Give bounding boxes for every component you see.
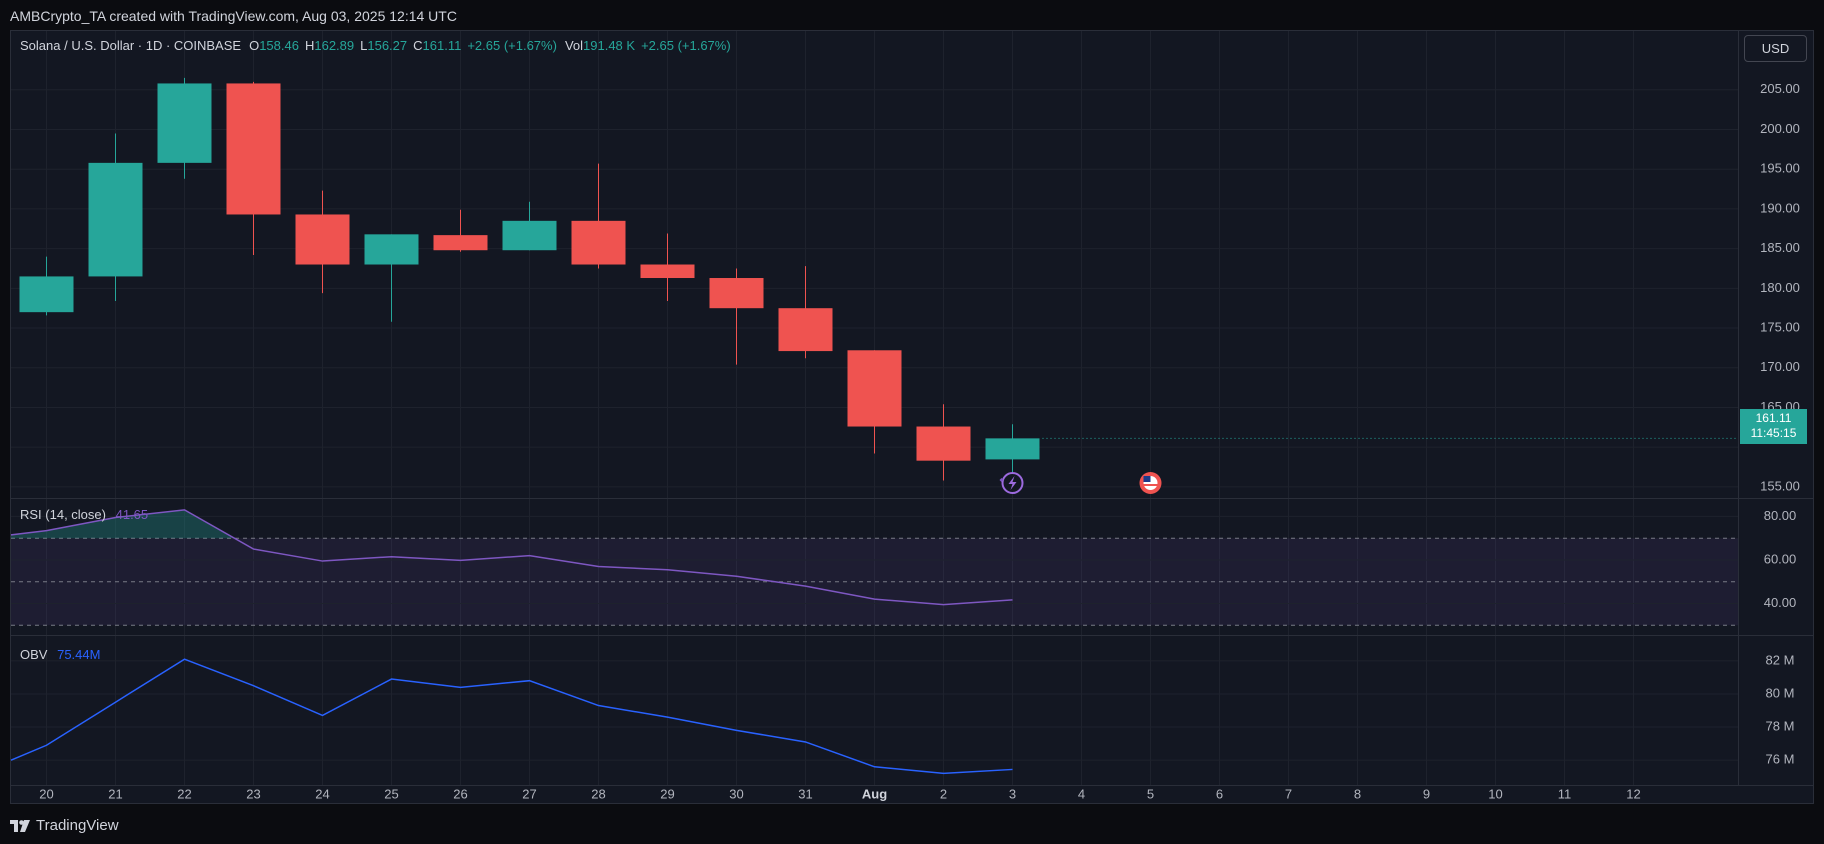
x-axis-tick-label: 26 [453,786,467,801]
low-value: 156.27 [367,38,408,53]
candle-body[interactable] [295,214,350,265]
rsi-axis-label: 40.00 [1764,595,1797,610]
candle-body[interactable] [916,426,971,461]
x-axis-tick-label: 6 [1216,786,1223,801]
symbol-name[interactable]: Solana / U.S. Dollar · 1D · COINBASE [20,38,241,53]
x-axis-tick-label: 8 [1354,786,1361,801]
x-axis-tick-label: 29 [660,786,674,801]
rsi-axis-label: 80.00 [1764,508,1797,523]
x-axis-tick-label: 22 [177,786,191,801]
candle-body[interactable] [502,220,557,251]
price-axis-label: 155.00 [1760,478,1800,493]
price-axis-label: 200.00 [1760,121,1800,136]
x-axis-tick-label: 12 [1626,786,1640,801]
x-axis-tick-label: 9 [1423,786,1430,801]
chart-canvas[interactable]: 20 21 22 23 24 25 26 27 28 29 30 31 Aug 2 3 4 5 6 7 8 9 10 11 1… [0,0,1824,844]
last-price-tag: 161.11 11:45:15 [1740,409,1807,444]
open-value: 158.46 [259,38,299,53]
change-value: +2.65 (+1.67%) [467,38,557,53]
x-axis-tick-label: 7 [1285,786,1292,801]
x-axis-tick-label: 2 [940,786,947,801]
x-axis-tick-label: 5 [1147,786,1154,801]
obv-axis-label: 82 M [1766,652,1795,667]
bottom-bar [0,805,1824,844]
x-axis-tick-label: 25 [384,786,398,801]
rsi-value: 41.65 [115,507,149,522]
price-axis-label: 195.00 [1760,161,1800,176]
high-value: 162.89 [314,38,355,53]
x-axis-tick-label: 11 [1558,786,1572,801]
open-label: O [249,38,260,53]
obv-axis-label: 80 M [1766,685,1795,700]
price-axis-label: 170.00 [1760,359,1800,374]
symbol-legend: Solana / U.S. Dollar · 1D · COINBASE O 1… [20,38,731,53]
x-axis-tick-label: 24 [315,786,329,801]
x-axis-tick-label: 10 [1488,786,1502,801]
rsi-label[interactable]: RSI (14, close) [20,507,106,522]
x-axis-tick-label: 28 [591,786,605,801]
price-axis-label: 175.00 [1760,319,1800,334]
tradingview-brand-text: TradingView [36,817,119,834]
candle-body[interactable] [433,235,488,251]
obv-line[interactable] [10,658,1013,775]
tradingview-logo-icon [10,819,30,832]
obv-value: 75.44M [57,647,101,662]
price-axis-label: 180.00 [1760,280,1800,295]
x-axis-tick-label: 20 [39,786,53,801]
x-axis-tick-label: 30 [729,786,743,801]
x-axis-tick-label: 31 [798,786,812,801]
us-flag-canton [1143,476,1151,482]
price-axis-label: 190.00 [1760,200,1800,215]
x-axis-tick-label: 4 [1078,786,1085,801]
candle-body[interactable] [640,264,695,279]
rsi-axis-label: 60.00 [1764,551,1797,566]
close-label: C [413,38,423,53]
volume-value: 191.48 K [583,38,636,53]
obv-legend: OBV 75.44M [20,647,100,662]
obv-axis-label: 78 M [1766,718,1795,733]
candle-body[interactable] [88,162,143,277]
candle-body[interactable] [19,276,74,313]
low-label: L [360,38,368,53]
candle-body[interactable] [571,220,626,265]
candle-body[interactable] [778,308,833,352]
x-axis-tick-label: 3 [1009,786,1016,801]
obv-axis-label: 76 M [1766,752,1795,767]
candle-body[interactable] [709,278,764,309]
x-axis-tick-label: Aug [862,786,887,801]
volume-change-value: +2.65 (+1.67%) [641,38,731,53]
x-axis-tick-label: 21 [108,786,122,801]
price-axis-label: 205.00 [1760,81,1800,96]
candle-body[interactable] [364,234,419,265]
obv-label[interactable]: OBV [20,647,47,662]
volume-label: Vol [564,38,584,53]
last-price-value: 161.11 [1755,411,1792,425]
rsi-legend: RSI (14, close) 41.65 [20,507,148,522]
candle-body[interactable] [985,438,1040,460]
currency-button[interactable]: USD [1744,35,1807,62]
bar-countdown: 11:45:15 [1750,426,1797,440]
tradingview-brand[interactable]: TradingView [10,817,119,834]
close-value: 161.11 [422,38,462,53]
us-flag-stripe [1143,484,1158,486]
high-label: H [304,38,315,53]
candle-body[interactable] [157,83,212,163]
candle-body[interactable] [847,350,902,427]
candle-body[interactable] [226,83,281,215]
x-axis-tick-label: 23 [246,786,260,801]
x-axis-tick-label: 27 [522,786,536,801]
price-axis-label: 185.00 [1760,240,1800,255]
